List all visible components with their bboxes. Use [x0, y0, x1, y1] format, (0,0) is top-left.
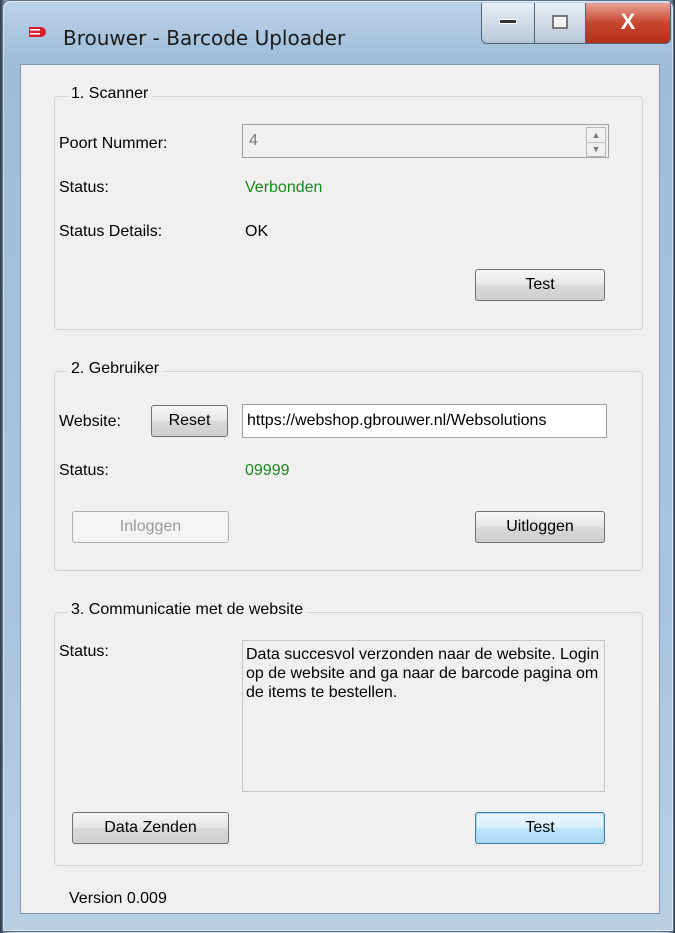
- port-number-value: 4: [249, 132, 258, 149]
- spin-up-icon[interactable]: ▲: [587, 128, 605, 143]
- login-button[interactable]: Inloggen: [72, 511, 229, 543]
- status-details-value: OK: [245, 223, 269, 240]
- spin-buttons[interactable]: ▲ ▼: [586, 127, 606, 157]
- reset-button[interactable]: Reset: [151, 405, 228, 437]
- minimize-button[interactable]: [481, 3, 535, 44]
- logout-button[interactable]: Uitloggen: [475, 511, 605, 543]
- communication-test-button[interactable]: Test: [475, 812, 605, 844]
- scanner-status-value: Verbonden: [245, 179, 323, 196]
- user-group-title: 2. Gebruiker: [67, 360, 164, 378]
- scanner-group: 1. Scanner Poort Nummer: 4 ▲ ▼ Status: V…: [54, 85, 643, 330]
- brouwer-logo-icon: [27, 25, 49, 39]
- minimize-icon: [482, 19, 534, 24]
- communication-status-label: Status:: [59, 643, 109, 660]
- title-bar[interactable]: Brouwer - Barcode Uploader X: [3, 1, 673, 65]
- status-details-label: Status Details:: [59, 223, 163, 240]
- scanner-group-title: 1. Scanner: [67, 85, 153, 103]
- maximize-button[interactable]: [534, 3, 586, 44]
- scanner-status-label: Status:: [59, 179, 109, 196]
- user-status-value: 09999: [245, 462, 290, 479]
- window-title: Brouwer - Barcode Uploader: [63, 26, 346, 50]
- close-icon: X: [620, 9, 636, 34]
- port-number-label: Poort Nummer:: [59, 135, 168, 152]
- spin-down-icon[interactable]: ▼: [587, 142, 605, 156]
- close-button[interactable]: X: [585, 3, 671, 44]
- version-label: Version 0.009: [69, 890, 167, 907]
- status-message-box[interactable]: Data succesvol verzonden naar de website…: [242, 640, 605, 792]
- user-status-label: Status:: [59, 462, 109, 479]
- website-url-value: https://webshop.gbrouwer.nl/Websolutions: [247, 412, 547, 429]
- send-data-button[interactable]: Data Zenden: [72, 812, 229, 844]
- port-number-stepper[interactable]: 4 ▲ ▼: [242, 124, 609, 158]
- scanner-test-button[interactable]: Test: [475, 269, 605, 301]
- website-label: Website:: [59, 413, 121, 430]
- website-url-input[interactable]: https://webshop.gbrouwer.nl/Websolutions: [242, 404, 607, 438]
- app-window: Brouwer - Barcode Uploader X 1. Scanner …: [2, 0, 674, 932]
- communication-group: 3. Communicatie met de website Status: D…: [54, 601, 643, 866]
- user-group: 2. Gebruiker Website: Reset https://webs…: [54, 360, 643, 571]
- window-client-area: 1. Scanner Poort Nummer: 4 ▲ ▼ Status: V…: [20, 64, 660, 914]
- communication-group-title: 3. Communicatie met de website: [67, 601, 308, 619]
- maximize-icon: [535, 15, 585, 29]
